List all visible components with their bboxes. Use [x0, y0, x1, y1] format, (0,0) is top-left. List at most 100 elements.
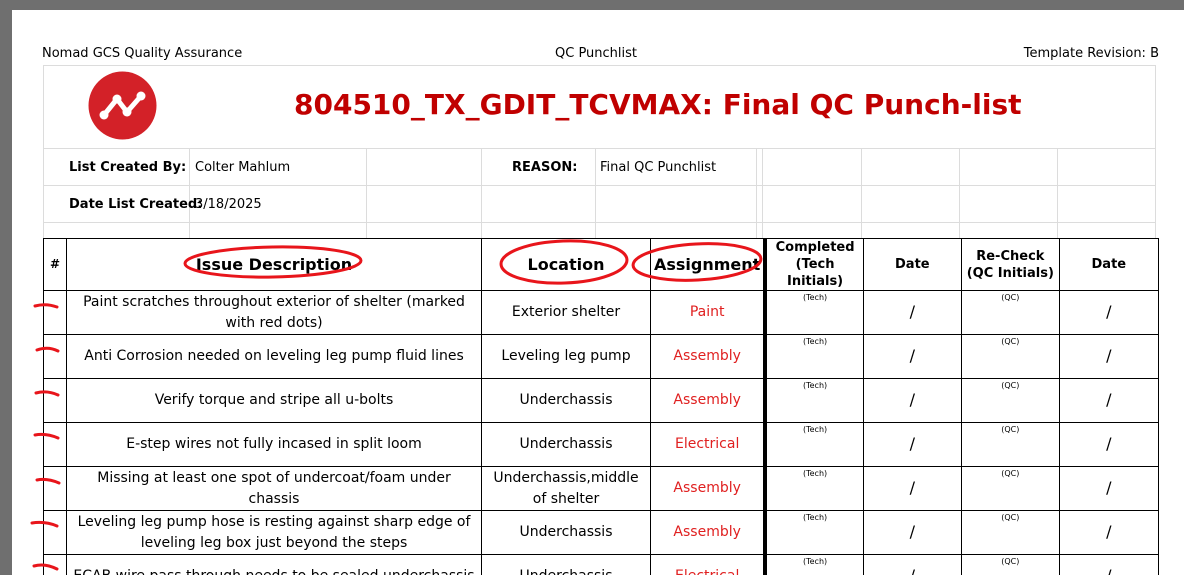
- recheck-date-cell[interactable]: /: [1058, 510, 1159, 555]
- graph-nodes-logo: [88, 71, 157, 140]
- date-slash: /: [909, 434, 916, 453]
- issue-cell[interactable]: Leveling leg pump hose is resting agains…: [66, 510, 482, 555]
- table-row: Anti Corrosion needed on leveling leg pu…: [43, 334, 1159, 379]
- assignment-cell[interactable]: Electrical: [650, 422, 766, 467]
- assignment-cell[interactable]: Assembly: [650, 334, 766, 379]
- location-cell[interactable]: Underchassis: [481, 422, 651, 467]
- created-by-value[interactable]: Colter Mahlum: [195, 160, 290, 175]
- qc-initials-cell[interactable]: (QC): [960, 466, 1060, 511]
- table-header-row: # Issue Description Location Assignment …: [43, 238, 1159, 291]
- tech-tag: (Tech): [802, 381, 828, 390]
- tech-initials-cell[interactable]: (Tech): [763, 554, 864, 575]
- date-cell[interactable]: /: [862, 422, 962, 467]
- date-cell[interactable]: /: [862, 554, 962, 575]
- date-slash: /: [909, 478, 916, 497]
- reason-label: REASON:: [512, 160, 578, 175]
- tech-initials-cell[interactable]: (Tech): [763, 378, 864, 423]
- location-cell[interactable]: Underchassis,middle of shelter: [481, 466, 651, 511]
- tech-tag: (Tech): [802, 337, 828, 346]
- date-cell[interactable]: /: [862, 290, 962, 335]
- punchlist-table: # Issue Description Location Assignment …: [43, 238, 1159, 575]
- col-completed: Completed (Tech Initials): [763, 238, 864, 291]
- col-recheck: Re-Check (QC Initials): [960, 238, 1060, 291]
- assignment-cell[interactable]: Electrical: [650, 554, 766, 575]
- recheck-date-cell[interactable]: /: [1058, 422, 1159, 467]
- tech-initials-cell[interactable]: (Tech): [763, 290, 864, 335]
- col-location: Location: [481, 238, 651, 291]
- issue-cell[interactable]: E-step wires not fully incased in split …: [66, 422, 482, 467]
- qc-tag: (QC): [1001, 293, 1020, 302]
- row-number-cell: [43, 378, 67, 423]
- date-cell[interactable]: /: [862, 334, 962, 379]
- qc-initials-cell[interactable]: (QC): [960, 510, 1060, 555]
- gridline: [1155, 65, 1156, 238]
- tech-initials-cell[interactable]: (Tech): [763, 422, 864, 467]
- gridline: [762, 148, 763, 238]
- col-recheck-line1: Re-Check: [976, 248, 1045, 264]
- issue-cell[interactable]: Missing at least one spot of undercoat/f…: [66, 466, 482, 511]
- gridline: [756, 148, 757, 238]
- recheck-date-cell[interactable]: /: [1058, 334, 1159, 379]
- assignment-cell[interactable]: Assembly: [650, 510, 766, 555]
- gridline: [43, 185, 1156, 186]
- col-date-2: Date: [1058, 238, 1159, 291]
- location-cell[interactable]: Leveling leg pump: [481, 334, 651, 379]
- gridline: [43, 65, 44, 238]
- table-row: Missing at least one spot of undercoat/f…: [43, 466, 1159, 511]
- tech-tag: (Tech): [802, 513, 828, 522]
- recheck-date-cell[interactable]: /: [1058, 554, 1159, 575]
- qc-initials-cell[interactable]: (QC): [960, 422, 1060, 467]
- gridline: [595, 148, 596, 238]
- recheck-date-cell[interactable]: /: [1058, 466, 1159, 511]
- location-cell[interactable]: Underchassis: [481, 510, 651, 555]
- qc-tag: (QC): [1001, 381, 1020, 390]
- date-slash: /: [909, 522, 916, 541]
- location-cell[interactable]: Exterior shelter: [481, 290, 651, 335]
- qc-tag: (QC): [1001, 513, 1020, 522]
- recheck-date-cell[interactable]: /: [1058, 378, 1159, 423]
- row-number-cell: [43, 422, 67, 467]
- date-slash: /: [1106, 522, 1112, 541]
- qc-initials-cell[interactable]: (QC): [960, 378, 1060, 423]
- date-slash: /: [1106, 478, 1112, 497]
- tech-tag: (Tech): [802, 425, 828, 434]
- issue-cell[interactable]: Verify torque and stripe all u-bolts: [66, 378, 482, 423]
- issue-cell[interactable]: ECAB wire pass through needs to be seale…: [66, 554, 482, 575]
- recheck-date-cell[interactable]: /: [1058, 290, 1159, 335]
- qc-initials-cell[interactable]: (QC): [960, 290, 1060, 335]
- assignment-cell[interactable]: Assembly: [650, 466, 766, 511]
- date-slash: /: [909, 302, 916, 321]
- gridline: [43, 65, 1156, 66]
- col-num: #: [43, 238, 67, 291]
- location-cell[interactable]: Underchassis: [481, 554, 651, 575]
- date-slash: /: [909, 346, 916, 365]
- qc-initials-cell[interactable]: (QC): [960, 334, 1060, 379]
- tech-initials-cell[interactable]: (Tech): [763, 466, 864, 511]
- issue-cell[interactable]: Paint scratches throughout exterior of s…: [66, 290, 482, 335]
- date-cell[interactable]: /: [862, 378, 962, 423]
- tech-initials-cell[interactable]: (Tech): [763, 510, 864, 555]
- tech-tag: (Tech): [802, 557, 828, 566]
- row-number-cell: [43, 334, 67, 379]
- table-row: Leveling leg pump hose is resting agains…: [43, 510, 1159, 555]
- header-right: Template Revision: B: [1023, 46, 1159, 61]
- date-created-value[interactable]: 3/18/2025: [195, 197, 262, 212]
- assignment-cell[interactable]: Paint: [650, 290, 766, 335]
- date-cell[interactable]: /: [862, 466, 962, 511]
- header-center: QC Punchlist: [555, 46, 638, 61]
- tech-initials-cell[interactable]: (Tech): [763, 334, 864, 379]
- assignment-cell[interactable]: Assembly: [650, 378, 766, 423]
- gridline: [1057, 148, 1058, 238]
- reason-value[interactable]: Final QC Punchlist: [600, 160, 716, 175]
- date-slash: /: [1106, 390, 1112, 409]
- spreadsheet-page: Nomad GCS Quality Assurance QC Punchlist…: [12, 10, 1184, 575]
- location-cell[interactable]: Underchassis: [481, 378, 651, 423]
- qc-initials-cell[interactable]: (QC): [960, 554, 1060, 575]
- issue-cell[interactable]: Anti Corrosion needed on leveling leg pu…: [66, 334, 482, 379]
- date-cell[interactable]: /: [862, 510, 962, 555]
- table-row: Paint scratches throughout exterior of s…: [43, 290, 1159, 335]
- row-number-cell: [43, 466, 67, 511]
- gridline: [481, 148, 482, 238]
- row-number-cell: [43, 510, 67, 555]
- col-assignment: Assignment: [650, 238, 766, 291]
